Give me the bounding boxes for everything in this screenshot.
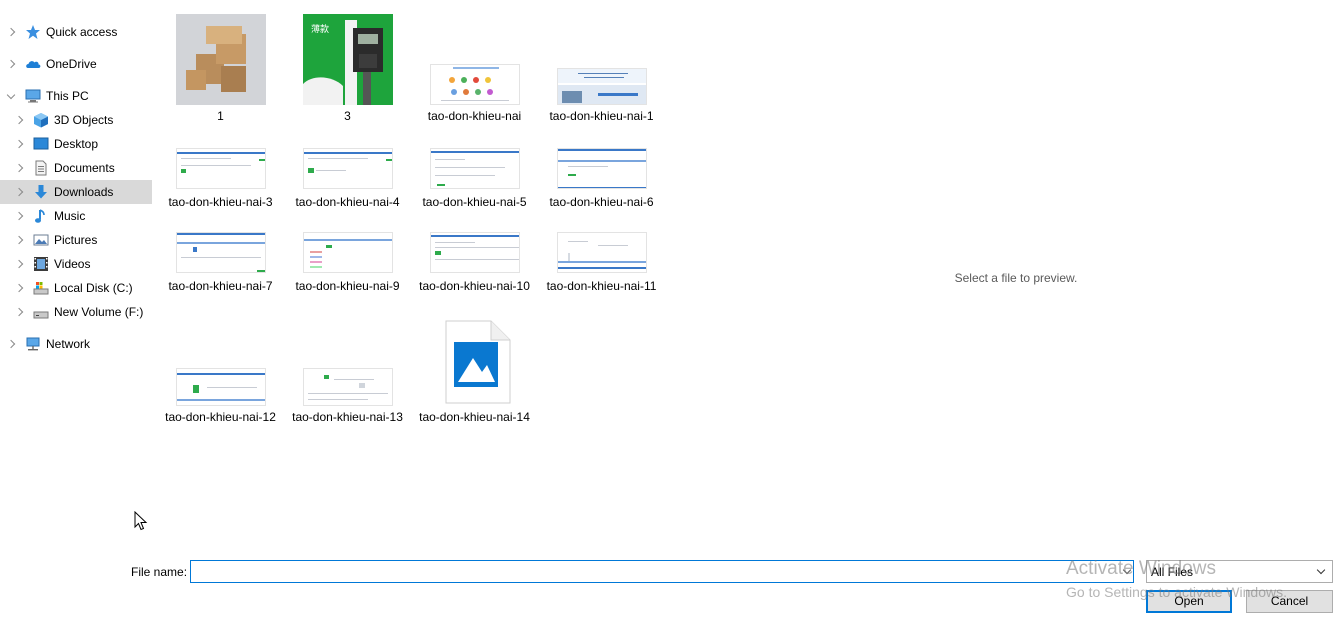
file-name-label: File name: <box>131 565 188 579</box>
screenshot-thumbnail <box>303 148 393 189</box>
screenshot-thumbnail <box>557 232 647 273</box>
nav-label: Downloads <box>54 185 114 199</box>
nav-item-videos[interactable]: Videos <box>0 252 152 276</box>
file-name: tao-don-khieu-nai-10 <box>419 279 530 293</box>
file-name: tao-don-khieu-nai-9 <box>295 279 400 293</box>
file-name: tao-don-khieu-nai <box>427 109 522 123</box>
photo-overlay-text: 薄款 <box>311 25 330 35</box>
chevron-right-icon[interactable] <box>14 235 24 245</box>
videos-icon <box>34 257 48 271</box>
nav-label: Videos <box>54 257 91 271</box>
nav-label: Pictures <box>54 233 98 247</box>
chevron-right-icon[interactable] <box>14 187 24 197</box>
chevron-right-icon[interactable] <box>14 259 24 269</box>
chevron-right-icon[interactable] <box>14 163 24 173</box>
nav-item-onedrive[interactable]: OneDrive <box>0 52 152 76</box>
nav-label: Documents <box>54 161 115 175</box>
chevron-right-icon[interactable] <box>6 27 16 37</box>
chevron-right-icon[interactable] <box>14 283 24 293</box>
nav-item-new-volume-f[interactable]: New Volume (F:) <box>0 300 152 324</box>
nav-label: Music <box>54 209 86 223</box>
nav-label: Desktop <box>54 137 99 151</box>
file-name-input[interactable] <box>190 560 1134 583</box>
navigation-pane: Quick access OneDrive This PC 3D Objects… <box>0 0 160 540</box>
chevron-right-icon[interactable] <box>6 339 16 349</box>
screenshot-thumbnail <box>303 368 393 406</box>
documents-icon <box>35 160 47 176</box>
chevron-down-icon[interactable] <box>1316 566 1326 576</box>
screenshot-thumbnail <box>430 232 520 273</box>
local-disk-icon <box>33 282 49 295</box>
nav-item-this-pc[interactable]: This PC <box>0 84 152 108</box>
photo-thumbnail: 薄款 <box>303 14 393 105</box>
file-name: tao-don-khieu-nai-4 <box>295 195 400 209</box>
drive-icon <box>33 311 49 319</box>
nav-item-local-disk-c[interactable]: Local Disk (C:) <box>0 276 152 300</box>
screenshot-thumbnail <box>557 68 647 105</box>
nav-item-pictures[interactable]: Pictures <box>0 228 152 252</box>
chevron-right-icon[interactable] <box>14 307 24 317</box>
file-name: tao-don-khieu-nai-7 <box>168 279 273 293</box>
file-name: 3 <box>344 109 351 123</box>
preview-message: Select a file to preview. <box>954 271 1078 285</box>
mouse-cursor-icon <box>134 511 148 531</box>
chevron-right-icon[interactable] <box>6 59 16 69</box>
nav-item-desktop[interactable]: Desktop <box>0 132 152 156</box>
file-name: tao-don-khieu-nai-12 <box>165 410 276 424</box>
nav-label: Quick access <box>46 25 118 39</box>
chevron-down-icon[interactable] <box>6 91 16 101</box>
chevron-right-icon[interactable] <box>14 139 24 149</box>
quick-access-star-icon <box>26 25 40 39</box>
screenshot-thumbnail <box>303 232 393 273</box>
nav-item-documents[interactable]: Documents <box>0 156 152 180</box>
image-file-icon <box>445 320 511 404</box>
screenshot-thumbnail <box>176 148 266 189</box>
screenshot-thumbnail <box>176 368 266 406</box>
chevron-right-icon[interactable] <box>14 115 24 125</box>
file-name: tao-don-khieu-nai-14 <box>419 410 530 424</box>
nav-item-quick-access[interactable]: Quick access <box>0 20 152 44</box>
nav-item-music[interactable]: Music <box>0 204 152 228</box>
this-pc-icon <box>25 89 41 103</box>
screenshot-thumbnail <box>430 64 520 105</box>
activate-windows-watermark: Activate Windows <box>1066 558 1216 579</box>
pictures-icon <box>33 234 49 246</box>
screenshot-thumbnail <box>430 148 520 189</box>
nav-item-network[interactable]: Network <box>0 332 152 356</box>
downloads-icon <box>35 185 47 199</box>
file-name: tao-don-khieu-nai-13 <box>292 410 403 424</box>
nav-label: New Volume (F:) <box>54 305 144 319</box>
file-name: tao-don-khieu-nai-6 <box>549 195 654 209</box>
screenshot-thumbnail <box>176 232 266 273</box>
network-icon <box>26 337 40 351</box>
nav-label: OneDrive <box>46 57 97 71</box>
nav-item-3d-objects[interactable]: 3D Objects <box>0 108 152 132</box>
onedrive-cloud-icon <box>26 61 41 68</box>
file-name: tao-don-khieu-nai-5 <box>422 195 527 209</box>
nav-label: This PC <box>46 89 89 103</box>
screenshot-thumbnail <box>557 148 647 189</box>
music-icon <box>35 209 45 223</box>
chevron-right-icon[interactable] <box>14 211 24 221</box>
nav-label: 3D Objects <box>54 113 114 127</box>
nav-item-downloads[interactable]: Downloads <box>0 180 152 204</box>
photo-thumbnail <box>176 14 266 105</box>
desktop-icon <box>33 137 49 150</box>
activate-windows-subtext: Go to Settings to activate Windows. <box>1066 584 1287 600</box>
file-name: tao-don-khieu-nai-3 <box>168 195 273 209</box>
file-name: tao-don-khieu-nai-1 <box>549 109 654 123</box>
nav-label: Local Disk (C:) <box>54 281 133 295</box>
nav-label: Network <box>46 337 91 351</box>
3d-objects-icon <box>34 113 48 128</box>
file-name: 1 <box>217 109 224 123</box>
file-name: tao-don-khieu-nai-11 <box>546 279 657 293</box>
